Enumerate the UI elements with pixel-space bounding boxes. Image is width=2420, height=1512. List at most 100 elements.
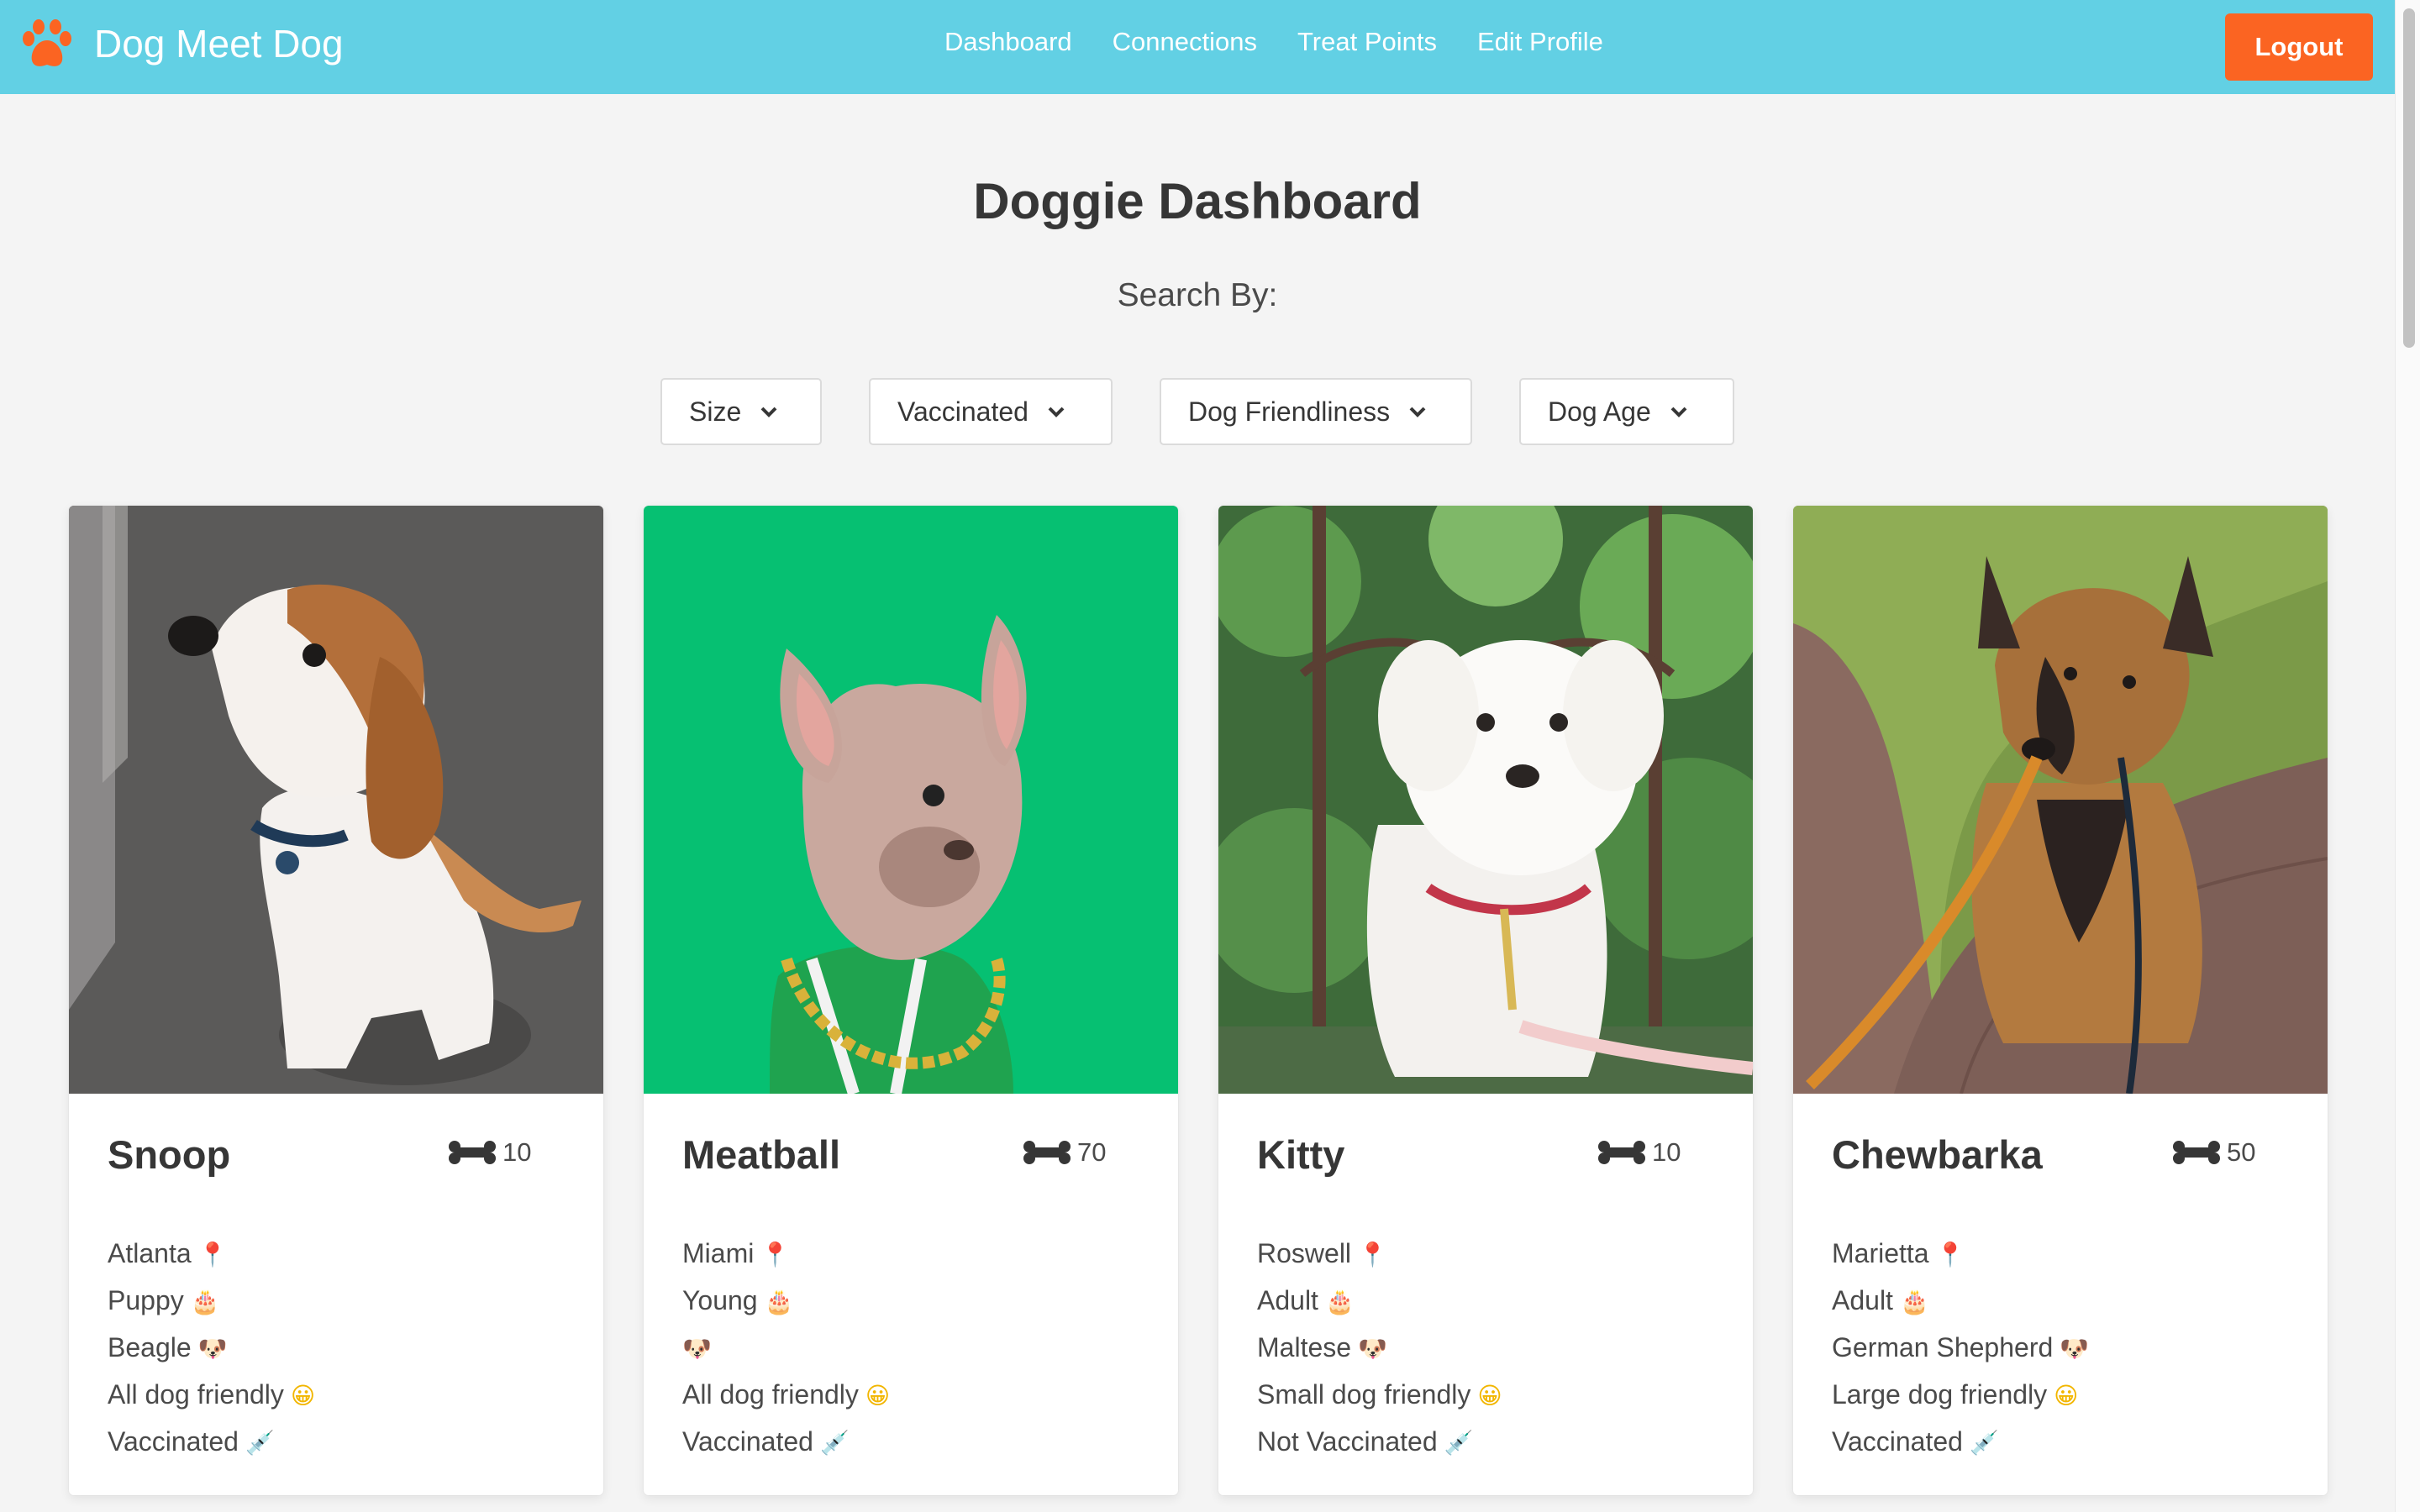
location-line: Roswell 📍 <box>1257 1230 1502 1277</box>
cake-icon: 🎂 <box>190 1288 220 1315</box>
dog-info: Atlanta 📍 Puppy 🎂 Beagle 🐶 All dog friendly… <box>108 1230 315 1465</box>
syringe-icon: 💉 <box>819 1429 850 1457</box>
friendliness-line: All dog friendly 😀 <box>108 1371 315 1418</box>
nav-links: Dashboard Connections Treat Points Edit … <box>944 27 1644 57</box>
age-text: Adult <box>1832 1285 1893 1315</box>
dog-info: Marietta 📍 Adult 🎂 German Shepherd 🐶 Large … <box>1832 1230 2089 1465</box>
nav-connections[interactable]: Connections <box>1113 27 1257 57</box>
dog-photo[interactable] <box>644 506 1178 1094</box>
friendliness-line: All dog friendly 😀 <box>682 1371 890 1418</box>
brand-name: Dog Meet Dog <box>94 22 344 66</box>
vaccination-line: Vaccinated 💉 <box>682 1418 890 1465</box>
smiley-icon: 😀 <box>865 1382 891 1410</box>
scrollbar-thumb[interactable] <box>2403 8 2415 348</box>
location-text: Roswell <box>1257 1238 1352 1268</box>
vaccination-line: Vaccinated 💉 <box>108 1418 315 1465</box>
dog-face-icon: 🐶 <box>682 1335 712 1362</box>
syringe-icon: 💉 <box>1444 1429 1474 1457</box>
treat-points-value: 10 <box>1652 1137 1681 1167</box>
dog-age-filter-label: Dog Age <box>1548 396 1651 427</box>
location-text: Atlanta <box>108 1238 192 1268</box>
chevron-down-icon <box>760 407 777 417</box>
dog-card[interactable]: Meatball 70 Miami 📍 Young 🎂 🐶 All dog frie… <box>644 506 1178 1495</box>
smiley-icon: 😀 <box>1477 1382 1502 1410</box>
syringe-icon: 💉 <box>1969 1429 1999 1457</box>
vaccination-text: Vaccinated <box>682 1426 813 1457</box>
dog-card[interactable]: Snoop 10 Atlanta 📍 Puppy 🎂 Beagle 🐶 All dog… <box>69 506 603 1495</box>
dog-photo[interactable] <box>1793 506 2328 1094</box>
dog-friendliness-filter-label: Dog Friendliness <box>1188 396 1391 427</box>
dog-age-filter-dropdown[interactable]: Dog Age <box>1519 378 1734 445</box>
breed-text: Beagle <box>108 1332 192 1362</box>
search-by-label: Search By: <box>1117 277 1278 313</box>
dog-card[interactable]: Kitty 10 Roswell 📍 Adult 🎂 Maltese 🐶 Small … <box>1218 506 1753 1495</box>
vaccinated-filter-dropdown[interactable]: Vaccinated <box>869 378 1113 445</box>
location-text: Miami <box>682 1238 755 1268</box>
vaccinated-filter-label: Vaccinated <box>897 396 1028 427</box>
age-line: Young 🎂 <box>682 1277 890 1324</box>
vaccination-text: Vaccinated <box>108 1426 239 1457</box>
breed-line: Maltese 🐶 <box>1257 1324 1502 1371</box>
treat-points: 10 <box>1598 1137 1681 1168</box>
dog-name: Snoop <box>108 1132 231 1177</box>
navbar: Dog Meet Dog Dashboard Connections Treat… <box>0 0 2395 94</box>
friendliness-line: Large dog friendly 😀 <box>1832 1371 2089 1418</box>
paw-icon <box>23 19 71 66</box>
friendliness-text: Small dog friendly <box>1257 1379 1471 1410</box>
location-pin-icon: 📍 <box>1935 1241 1965 1268</box>
location-pin-icon: 📍 <box>197 1241 228 1268</box>
page-title: Doggie Dashboard <box>973 173 1422 229</box>
treat-points-value: 10 <box>502 1137 532 1167</box>
age-line: Adult 🎂 <box>1257 1277 1502 1324</box>
dog-face-icon: 🐶 <box>2060 1335 2090 1362</box>
brand[interactable]: Dog Meet Dog <box>18 15 344 72</box>
breed-line: German Shepherd 🐶 <box>1832 1324 2089 1371</box>
vaccination-line: Vaccinated 💉 <box>1832 1418 2089 1465</box>
vaccination-line: Not Vaccinated 💉 <box>1257 1418 1502 1465</box>
size-filter-dropdown[interactable]: Size <box>660 378 822 445</box>
dog-face-icon: 🐶 <box>197 1335 228 1362</box>
treat-points: 50 <box>2173 1137 2255 1168</box>
syringe-icon: 💉 <box>245 1429 275 1457</box>
cake-icon: 🎂 <box>1324 1288 1355 1315</box>
scrollbar[interactable] <box>2395 0 2420 1512</box>
bone-icon <box>1023 1141 1071 1164</box>
nav-treat-points[interactable]: Treat Points <box>1297 27 1437 57</box>
dog-face-icon: 🐶 <box>1358 1335 1387 1362</box>
vaccination-text: Not Vaccinated <box>1257 1426 1438 1457</box>
treat-points-value: 50 <box>2227 1137 2256 1167</box>
bone-icon <box>1598 1141 1645 1164</box>
friendliness-text: Large dog friendly <box>1832 1379 2048 1410</box>
age-line: Puppy 🎂 <box>108 1277 315 1324</box>
location-pin-icon: 📍 <box>760 1241 791 1268</box>
breed-line: Beagle 🐶 <box>108 1324 315 1371</box>
nav-edit-profile[interactable]: Edit Profile <box>1477 27 1603 57</box>
cake-icon: 🎂 <box>1899 1288 1929 1315</box>
dog-info: Miami 📍 Young 🎂 🐶 All dog friendly 😀 Vaccin… <box>682 1230 890 1465</box>
chevron-down-icon <box>1409 407 1426 417</box>
age-text: Adult <box>1257 1285 1318 1315</box>
dog-photo[interactable] <box>69 506 603 1094</box>
location-line: Marietta 📍 <box>1832 1230 2089 1277</box>
treat-points: 10 <box>449 1137 531 1168</box>
friendliness-line: Small dog friendly 😀 <box>1257 1371 1502 1418</box>
age-text: Young <box>682 1285 758 1315</box>
dog-name: Meatball <box>682 1132 841 1177</box>
bone-icon <box>2173 1141 2220 1164</box>
age-line: Adult 🎂 <box>1832 1277 2089 1324</box>
dog-photo[interactable] <box>1218 506 1753 1094</box>
dog-card[interactable]: Chewbarka 50 Marietta 📍 Adult 🎂 German She… <box>1793 506 2328 1495</box>
location-pin-icon: 📍 <box>1358 1241 1387 1268</box>
cake-icon: 🎂 <box>764 1288 794 1315</box>
vaccination-text: Vaccinated <box>1832 1426 1963 1457</box>
location-line: Miami 📍 <box>682 1230 890 1277</box>
dog-info: Roswell 📍 Adult 🎂 Maltese 🐶 Small dog frien… <box>1257 1230 1502 1465</box>
size-filter-label: Size <box>689 396 742 427</box>
age-text: Puppy <box>108 1285 184 1315</box>
dog-friendliness-filter-dropdown[interactable]: Dog Friendliness <box>1160 378 1472 445</box>
dog-name: Chewbarka <box>1832 1132 2043 1177</box>
bone-icon <box>449 1141 496 1164</box>
logout-button[interactable]: Logout <box>2225 13 2373 81</box>
nav-dashboard[interactable]: Dashboard <box>944 27 1072 57</box>
chevron-down-icon <box>1670 407 1687 417</box>
